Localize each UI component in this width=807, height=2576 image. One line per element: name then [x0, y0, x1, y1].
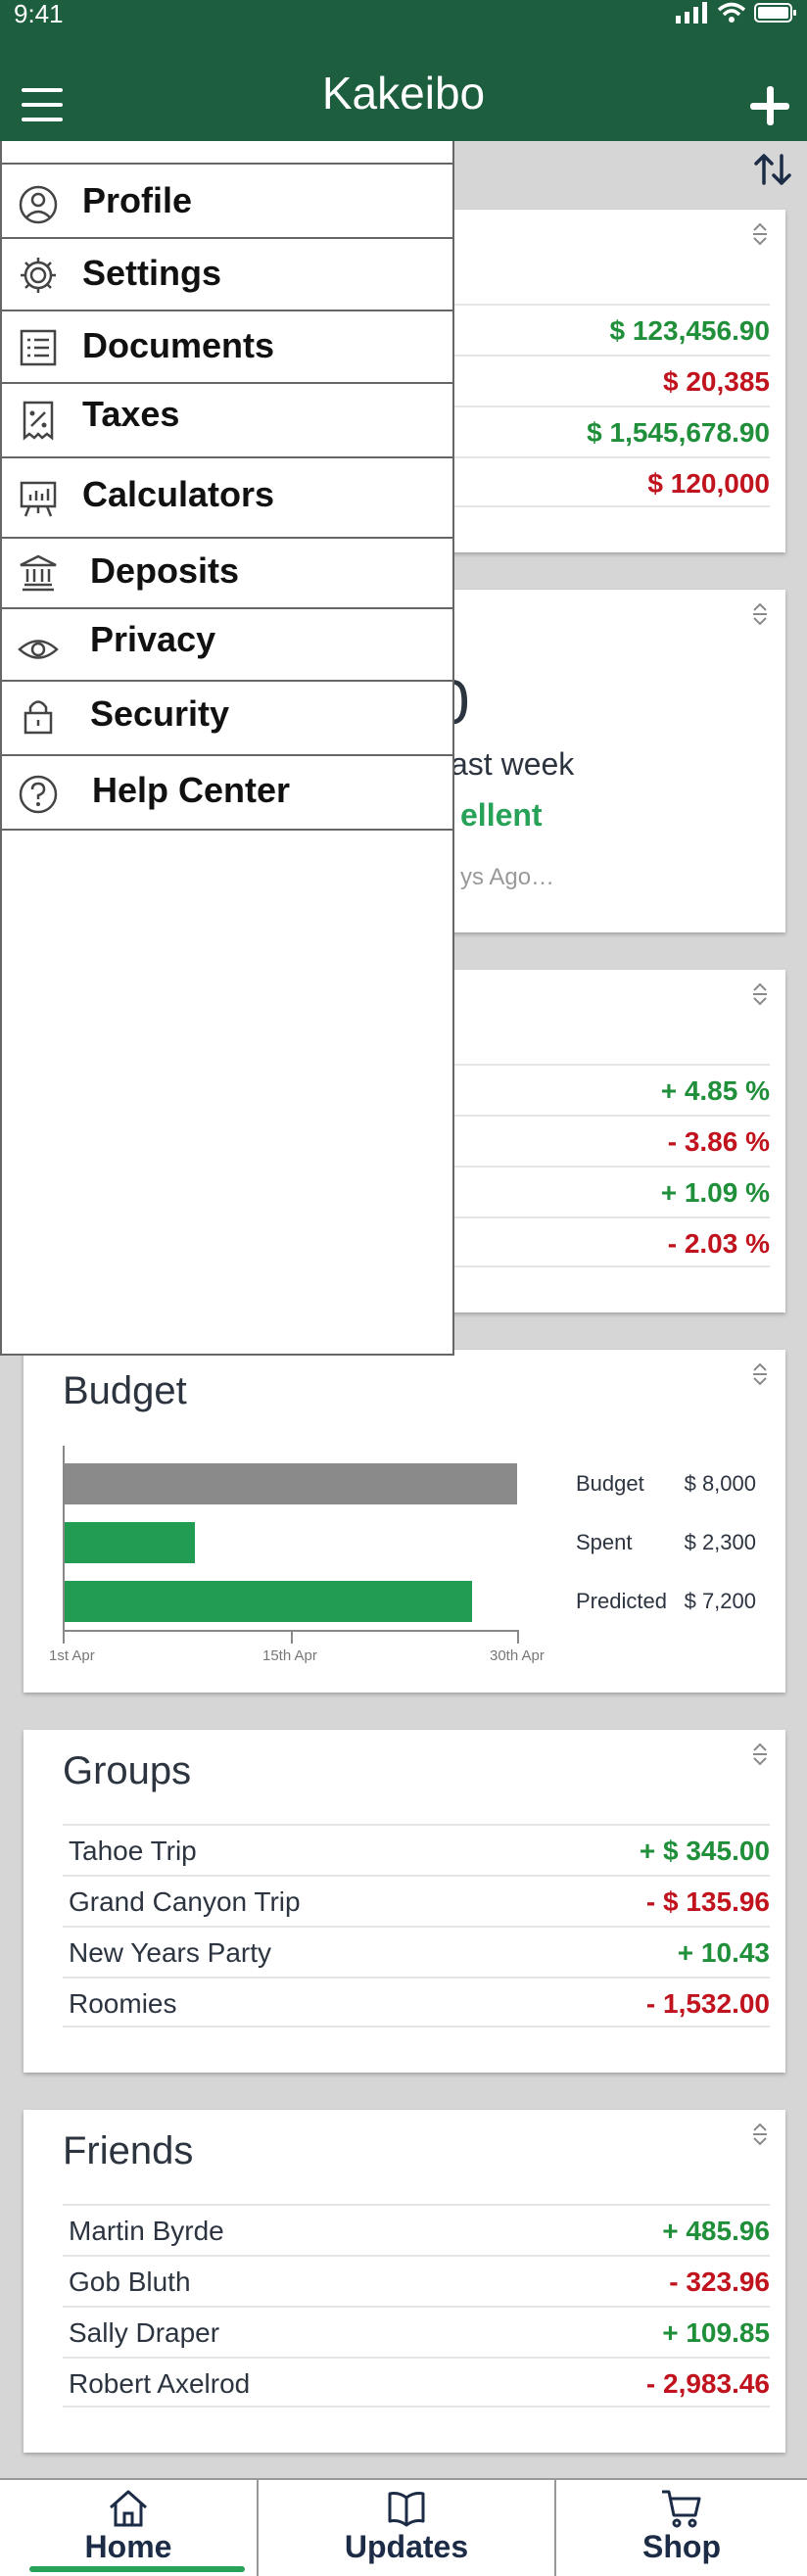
list-document-icon	[20, 329, 57, 366]
legend-label: Spent	[576, 1530, 633, 1554]
tab-bar: Home Updates Shop	[0, 2478, 807, 2576]
tab-label: Shop	[642, 2529, 721, 2564]
menu-item-security[interactable]: Security	[2, 680, 452, 754]
drag-handle-icon[interactable]	[750, 981, 770, 1007]
menu-item-calculators[interactable]: Calculators	[2, 456, 452, 537]
score-timestamp: ys Ago…	[460, 864, 555, 890]
chart-board-icon	[20, 481, 57, 517]
drag-handle-icon[interactable]	[750, 2122, 770, 2147]
list-item[interactable]: Grand Canyon Trip - $ 135.96	[63, 1875, 770, 1926]
book-icon	[388, 2492, 425, 2527]
list-item[interactable]: New Years Party + 10.43	[63, 1926, 770, 1977]
x-tick	[291, 1630, 293, 1644]
tab-shop[interactable]: Shop	[556, 2480, 807, 2576]
menu-item-label: Privacy	[90, 619, 216, 659]
bar-budget	[65, 1463, 517, 1504]
score-period: ast week	[451, 746, 575, 782]
legend-value: $ 8,000	[684, 1471, 756, 1496]
status-icons	[676, 0, 797, 25]
score-rating: ellent	[460, 797, 543, 833]
x-tick-label: 1st Apr	[49, 1647, 95, 1664]
home-icon	[110, 2490, 147, 2527]
drag-handle-icon[interactable]	[750, 1361, 770, 1387]
side-menu: Profile Settings Documents Taxes Calcula…	[0, 141, 454, 1356]
x-tick	[63, 1630, 65, 1644]
card-title: Friends	[63, 2129, 194, 2172]
status-time: 9:41	[14, 0, 64, 28]
bank-icon	[20, 554, 57, 592]
tab-label: Updates	[344, 2529, 469, 2564]
menu-item-label: Help Center	[92, 770, 291, 810]
drag-handle-icon[interactable]	[750, 1741, 770, 1767]
list-item[interactable]: Sally Draper + 109.85	[63, 2306, 770, 2357]
x-tick	[517, 1630, 519, 1644]
question-circle-icon	[19, 775, 58, 814]
drag-handle-icon[interactable]	[750, 221, 770, 247]
cart-icon	[662, 2490, 701, 2528]
legend-value: $ 7,200	[684, 1589, 756, 1613]
menu-item-help-center[interactable]: Help Center	[2, 754, 452, 829]
x-tick-label: 30th Apr	[490, 1647, 545, 1664]
x-tick-label: 15th Apr	[262, 1647, 317, 1664]
lock-icon	[24, 700, 53, 735]
list-item[interactable]: Gob Bluth - 323.96	[63, 2255, 770, 2306]
legend-value: $ 2,300	[684, 1530, 756, 1554]
menu-item-taxes[interactable]: Taxes	[2, 382, 452, 456]
menu-item-label: Deposits	[90, 550, 240, 591]
battery-icon	[754, 3, 796, 23]
tab-label: Home	[84, 2529, 172, 2564]
menu-item-deposits[interactable]: Deposits	[2, 537, 452, 607]
app-header: Kakeibo	[0, 31, 807, 141]
page-title: Kakeibo	[321, 68, 486, 119]
menu-item-label: Profile	[82, 180, 193, 220]
sort-icon[interactable]	[752, 152, 793, 187]
legend-label: Predicted	[576, 1589, 667, 1613]
menu-item-label: Calculators	[82, 474, 275, 514]
list-item[interactable]: Robert Axelrod - 2,983.46	[63, 2357, 770, 2408]
add-icon[interactable]	[746, 82, 793, 129]
signal-icon	[676, 2, 707, 24]
menu-item-documents[interactable]: Documents	[2, 310, 452, 382]
legend-label: Budget	[576, 1471, 644, 1496]
list-item[interactable]: Roomies - 1,532.00	[63, 1977, 770, 2027]
bar-predicted	[65, 1581, 472, 1622]
gear-icon	[21, 258, 56, 293]
bar-spent	[65, 1522, 195, 1563]
eye-icon	[18, 640, 59, 659]
card-title: Budget	[63, 1369, 187, 1412]
menu-item-label: Taxes	[82, 394, 180, 434]
menu-item-privacy[interactable]: Privacy	[2, 607, 452, 680]
wifi-icon	[717, 2, 746, 23]
groups-card: Groups Tahoe Trip + $ 345.00 Grand Canyon…	[24, 1730, 785, 2073]
receipt-percent-icon	[23, 401, 54, 441]
tab-home[interactable]: Home	[0, 2480, 257, 2576]
active-tab-indicator	[29, 2566, 245, 2572]
menu-item-label: Security	[90, 693, 230, 734]
menu-item-profile[interactable]: Profile	[2, 163, 452, 237]
user-circle-icon	[19, 185, 58, 224]
menu-item-label: Documents	[82, 325, 275, 365]
menu-item-settings[interactable]: Settings	[2, 237, 452, 310]
drag-handle-icon[interactable]	[750, 601, 770, 627]
tab-updates[interactable]: Updates	[259, 2480, 554, 2576]
list-item[interactable]: Martin Byrde + 485.96	[63, 2204, 770, 2255]
friends-card: Friends Martin Byrde + 485.96 Gob Bluth - …	[24, 2110, 785, 2453]
menu-item-label: Settings	[82, 253, 222, 293]
card-title: Groups	[63, 1749, 192, 1792]
budget-card: Budget 1st Apr 15th Apr 30th Apr Budget …	[24, 1350, 785, 1693]
status-bar: 9:41	[0, 0, 807, 31]
menu-divider	[2, 829, 452, 831]
list-item[interactable]: Tahoe Trip + $ 345.00	[63, 1824, 770, 1875]
